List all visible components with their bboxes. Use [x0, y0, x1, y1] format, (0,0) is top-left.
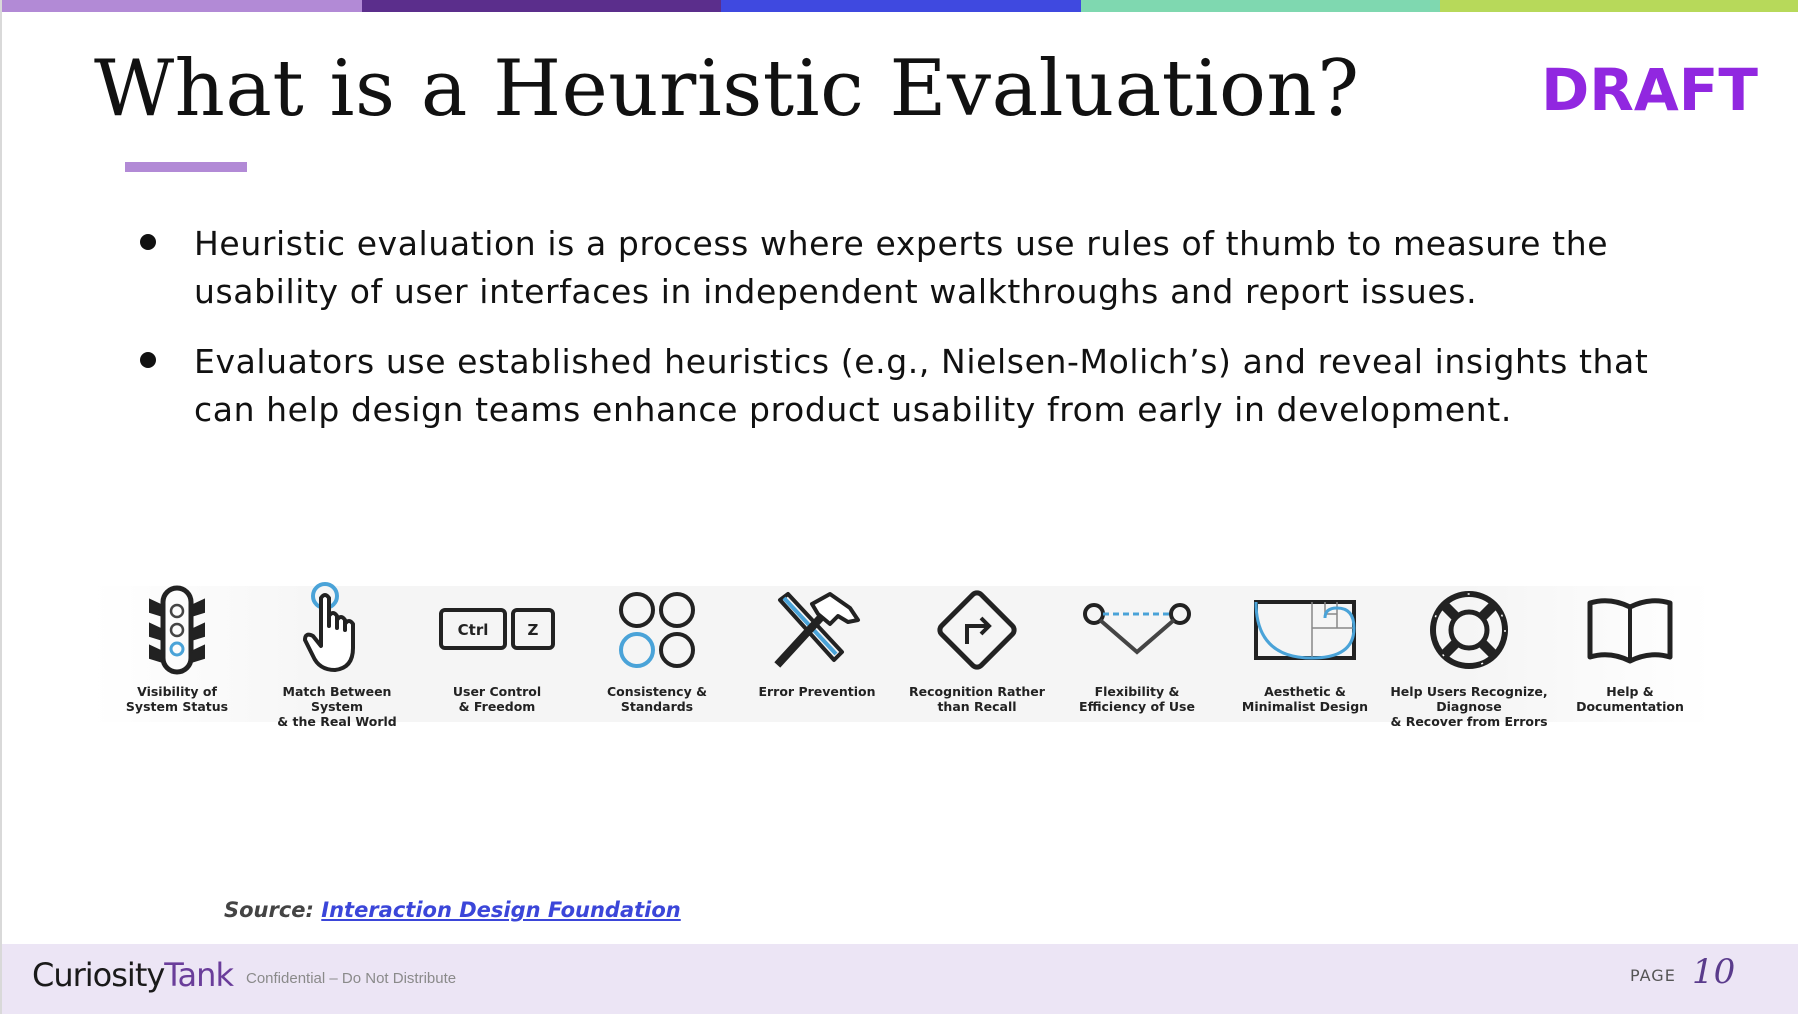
bullet-text: Evaluators use established heuristics (e…: [194, 342, 1649, 429]
heuristic-help-docs: Help & Documentation: [1550, 580, 1710, 714]
traffic-light-icon: [149, 585, 205, 675]
heuristic-label: Help Users Recognize, Diagnose & Recover…: [1390, 684, 1548, 729]
heuristic-label: Visibility of System Status: [125, 684, 229, 714]
heuristic-label: Match Between System & the Real World: [277, 684, 397, 729]
logo-text-curiosity: Curiosity: [32, 956, 165, 994]
heuristic-label: User Control & Freedom: [452, 684, 542, 714]
confidential-notice: Confidential – Do Not Distribute: [246, 970, 457, 987]
ctrl-z-keys-icon: Ctrl Z: [439, 608, 555, 650]
heuristic-label: Consistency & Standards: [607, 684, 707, 714]
footer: CuriosityTank Confidential – Do Not Dist…: [2, 944, 1798, 1014]
top-bar-segment-4: [1080, 0, 1441, 12]
heuristic-label: Flexibility & Efficiency of Use: [1079, 684, 1195, 714]
top-bar-segment-3: [721, 0, 1081, 12]
top-bar-segment-1: [2, 0, 362, 12]
heuristic-flexibility: Flexibility & Efficiency of Use: [1057, 580, 1217, 714]
heuristic-label: Recognition Rather than Recall: [909, 684, 1045, 714]
bullet-dot: [140, 234, 156, 250]
logo-text-tank: Tank: [164, 956, 234, 994]
hammer-screwdriver-icon: [774, 592, 860, 668]
heuristics-row: Visibility of System Status Match Betwee…: [97, 580, 1697, 730]
ctrl-key-label: Ctrl: [458, 621, 489, 639]
bullet-item: Evaluators use established heuristics (e…: [138, 338, 1698, 434]
heuristic-aesthetic: Aesthetic & Minimalist Design: [1225, 580, 1385, 714]
page-number: 10: [1692, 952, 1736, 992]
slide: What is a Heuristic Evaluation? DRAFT He…: [0, 0, 1798, 1014]
top-bar-segment-5: [1440, 0, 1798, 12]
heuristic-visibility: Visibility of System Status: [97, 580, 257, 714]
lifebuoy-icon: [1430, 591, 1508, 669]
curiositytank-logo: CuriosityTank: [32, 956, 234, 994]
z-key-label: Z: [528, 621, 539, 639]
title-underline: [125, 162, 247, 172]
slide-title: What is a Heuristic Evaluation?: [94, 44, 1360, 134]
top-bar-segment-2: [361, 0, 722, 12]
heuristic-user-control: Ctrl Z User Control & Freedom: [417, 580, 577, 714]
heuristic-label: Help & Documentation: [1576, 684, 1684, 714]
golden-ratio-icon: [1254, 600, 1356, 660]
bullet-list: Heuristic evaluation is a process where …: [138, 220, 1698, 456]
open-book-icon: [1587, 598, 1673, 664]
source-citation: Source: Interaction Design Foundation: [224, 898, 681, 922]
source-link[interactable]: Interaction Design Foundation: [321, 898, 680, 922]
heuristic-label: Aesthetic & Minimalist Design: [1241, 684, 1369, 714]
heuristic-label: Error Prevention: [758, 684, 876, 699]
heuristic-recognition: Recognition Rather than Recall: [897, 580, 1057, 714]
source-prefix: Source:: [224, 898, 314, 922]
heuristic-match-real-world: Match Between System & the Real World: [257, 580, 417, 729]
heuristic-error-prevention: Error Prevention: [737, 580, 897, 699]
heuristic-consistency: Consistency & Standards: [577, 580, 737, 714]
heuristic-recover-errors: Help Users Recognize, Diagnose & Recover…: [1379, 580, 1559, 729]
shortcut-path-icon: [1083, 603, 1191, 655]
draft-badge: DRAFT: [1541, 56, 1758, 124]
turn-sign-icon: [937, 590, 1017, 670]
four-circles-icon: [619, 592, 695, 668]
bullet-item: Heuristic evaluation is a process where …: [138, 220, 1698, 316]
pointing-hand-icon: [303, 582, 355, 672]
page-label: PAGE: [1630, 966, 1676, 985]
bullet-text: Heuristic evaluation is a process where …: [194, 224, 1609, 311]
top-color-bar: [2, 0, 1798, 12]
bullet-dot: [140, 352, 156, 368]
